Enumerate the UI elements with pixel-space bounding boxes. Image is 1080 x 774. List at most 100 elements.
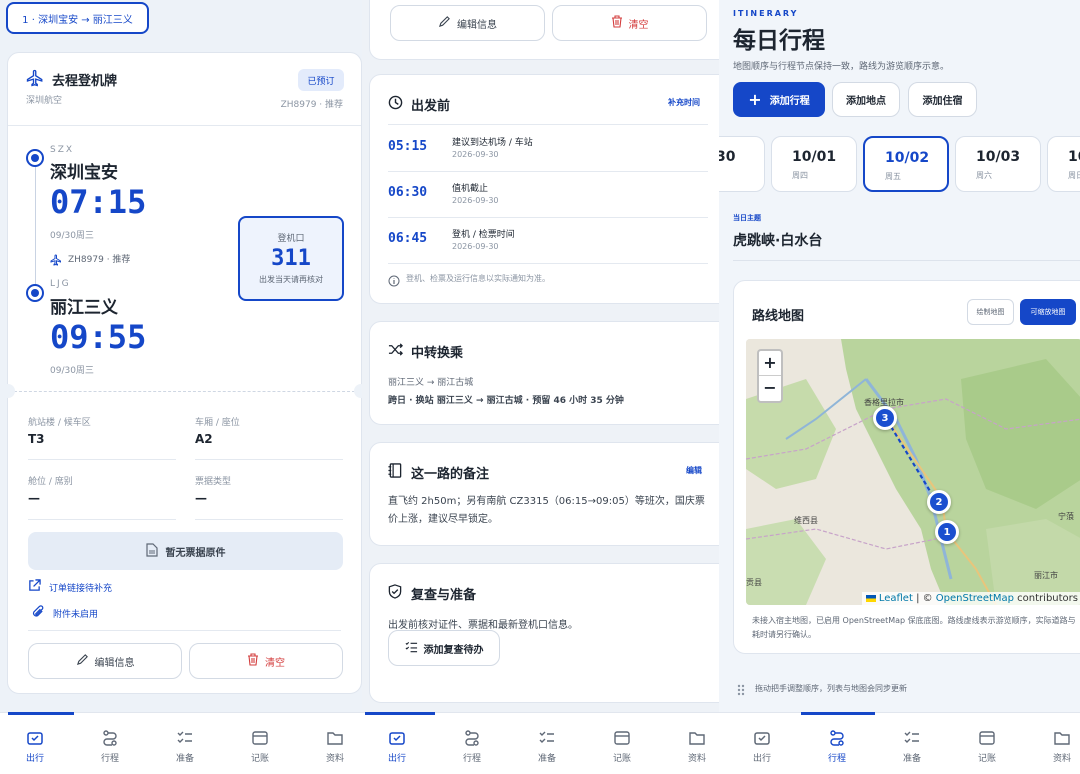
nav-itinerary[interactable]: 行程 bbox=[807, 729, 867, 764]
row-title: 值机截止 bbox=[452, 184, 489, 194]
add-itinerary-button[interactable]: + 添加行程 bbox=[733, 82, 825, 117]
route-icon bbox=[465, 730, 479, 746]
date-chip-selected[interactable]: 10/02 周五 bbox=[863, 136, 949, 192]
terminal-value: T3 bbox=[28, 432, 45, 446]
arrival-time: 09:55 bbox=[50, 318, 147, 356]
gate-label: 登机口 bbox=[277, 234, 305, 244]
bottom-nav: 出行 行程 准备 记账 资料 bbox=[0, 712, 362, 774]
map-place-label: 丽江市 bbox=[1034, 571, 1058, 580]
nav-accounting[interactable]: 记账 bbox=[957, 729, 1017, 764]
tab-draw-map[interactable]: 绘制地图 bbox=[967, 299, 1014, 325]
shield-check-icon bbox=[388, 584, 402, 603]
page-subtitle: 地图顺序与行程节点保持一致，路线为游览顺序示意。 bbox=[733, 62, 950, 72]
zoom-out-button[interactable]: − bbox=[759, 376, 781, 401]
nav-prepare[interactable]: 准备 bbox=[517, 729, 577, 764]
nav-trip[interactable]: 出行 bbox=[367, 729, 427, 764]
row-title: 登机 / 检票时间 bbox=[452, 230, 515, 240]
edit-info-button[interactable]: 编辑信息 bbox=[390, 5, 545, 41]
external-link-icon bbox=[28, 579, 41, 595]
nav-trip[interactable]: 出行 bbox=[5, 729, 65, 764]
transfer-title: 中转换乘 bbox=[411, 346, 464, 361]
nav-docs[interactable]: 资料 bbox=[305, 729, 362, 764]
drag-hint: 拖动把手调整顺序，列表与地图会同步更新 bbox=[755, 684, 907, 693]
small-plane-icon bbox=[50, 251, 62, 270]
gate-note: 出发当天请再核对 bbox=[259, 275, 323, 284]
row-date: 2026-09-30 bbox=[452, 150, 499, 159]
zoom-control: + − bbox=[757, 349, 783, 403]
transfer-card: 中转换乘 丽江三义 → 丽江古城 跨日 · 换站 丽江三义 → 丽江古城 · 预… bbox=[369, 321, 719, 425]
route-icon bbox=[830, 730, 844, 746]
tab-zoom-map[interactable]: 可缩放地图 bbox=[1020, 299, 1076, 325]
nav-prepare[interactable]: 准备 bbox=[882, 729, 942, 764]
leaflet-link[interactable]: Leaflet bbox=[879, 593, 913, 604]
notes-edit-link[interactable]: 编辑 bbox=[686, 465, 702, 476]
date-chip[interactable]: 10/03 周六 bbox=[955, 136, 1041, 192]
zoom-in-button[interactable]: + bbox=[759, 351, 781, 376]
trash-icon bbox=[611, 15, 623, 31]
notebook-icon bbox=[388, 463, 402, 482]
route-breadcrumb[interactable]: 1 · 深圳宝安 → 丽江三义 bbox=[6, 2, 149, 34]
date-chip[interactable]: 10周日 bbox=[1047, 136, 1080, 192]
checklist-icon bbox=[904, 731, 919, 743]
row-title: 建议到达机场 / 车站 bbox=[452, 138, 533, 148]
departure-date: 09/30周三 bbox=[50, 231, 94, 241]
row-date: 2026-09-30 bbox=[452, 242, 499, 251]
date-chip[interactable]: 30 bbox=[719, 136, 765, 192]
route-marker-2[interactable]: 2 bbox=[927, 490, 951, 514]
add-place-button[interactable]: 添加地点 bbox=[832, 82, 900, 117]
add-stay-button[interactable]: 添加住宿 bbox=[908, 82, 977, 117]
route-map-card: 路线地图 绘制地图 可缩放地图 香格里拉市 维西县 贡县 宁蒗 丽江市 3 2 … bbox=[733, 280, 1080, 654]
no-ticket-button[interactable]: 暂无票据原件 bbox=[28, 532, 343, 570]
clear-button[interactable]: 清空 bbox=[552, 5, 707, 41]
review-title: 复查与准备 bbox=[411, 588, 477, 603]
arrival-date: 09/30周三 bbox=[50, 366, 94, 376]
terminal-label: 航站楼 / 候车区 bbox=[28, 418, 91, 428]
map-place-label: 维西县 bbox=[794, 516, 818, 525]
theme-label: 当日主题 bbox=[733, 214, 761, 222]
info-icon bbox=[388, 272, 400, 291]
nav-accounting[interactable]: 记账 bbox=[592, 729, 652, 764]
notes-card: 这一路的备注 编辑 直飞约 2h50m；另有南航 CZ3315（06:15→09… bbox=[369, 442, 719, 546]
before-note: 登机、检票及运行信息以实际通知为准。 bbox=[406, 274, 550, 283]
nav-itinerary[interactable]: 行程 bbox=[80, 729, 140, 764]
attachment-link[interactable]: 附件未启用 bbox=[32, 605, 98, 622]
osm-link[interactable]: OpenStreetMap bbox=[936, 593, 1014, 604]
transfer-route: 丽江三义 → 丽江古城 bbox=[388, 378, 474, 388]
route-marker-1[interactable]: 1 bbox=[935, 520, 959, 544]
review-text: 出发前核对证件、票据和最新登机口信息。 bbox=[388, 620, 578, 631]
seat-value: A2 bbox=[195, 432, 213, 446]
nav-trip[interactable]: 出行 bbox=[732, 729, 792, 764]
nav-itinerary[interactable]: 行程 bbox=[442, 729, 502, 764]
order-link[interactable]: 订单链接待补充 bbox=[28, 579, 112, 595]
date-chip[interactable]: 10/01 周四 bbox=[771, 136, 857, 192]
before-title: 出发前 bbox=[411, 99, 451, 114]
nav-accounting[interactable]: 记账 bbox=[230, 729, 290, 764]
clear-button[interactable]: 清空 bbox=[189, 643, 343, 679]
pencil-icon bbox=[438, 15, 451, 31]
checklist-icon bbox=[177, 731, 192, 743]
nav-prepare[interactable]: 准备 bbox=[155, 729, 215, 764]
map-note: 未接入宿主地图，已启用 OpenStreetMap 保底底图。路线虚线表示游览顺… bbox=[752, 616, 1076, 639]
perforation bbox=[14, 391, 355, 392]
edit-info-button[interactable]: 编辑信息 bbox=[28, 643, 182, 679]
row-time: 06:30 bbox=[388, 185, 428, 200]
list-check-icon bbox=[405, 641, 418, 656]
folder-icon bbox=[689, 732, 705, 745]
notes-title: 这一路的备注 bbox=[411, 467, 490, 482]
add-time-link[interactable]: 补充时间 bbox=[668, 97, 700, 108]
review-card: 复查与准备 出发前核对证件、票据和最新登机口信息。 添加复查待办 bbox=[369, 563, 719, 703]
itinerary-panel: ITINERARY 每日行程 地图顺序与行程节点保持一致，路线为游览顺序示意。 … bbox=[719, 0, 1080, 774]
map-place-label: 宁蒗 bbox=[1058, 512, 1074, 521]
map-view[interactable]: 香格里拉市 维西县 贡县 宁蒗 丽江市 3 2 1 + − Leaflet | … bbox=[746, 339, 1080, 605]
bottom-nav: 出行 行程 准备 记账 资料 bbox=[362, 712, 719, 774]
ticket-icon bbox=[27, 732, 43, 745]
plane-icon bbox=[26, 69, 44, 91]
route-marker-3[interactable]: 3 bbox=[873, 406, 897, 430]
row-time: 05:15 bbox=[388, 139, 428, 154]
card-title: 去程登机牌 bbox=[52, 74, 118, 89]
nav-docs[interactable]: 资料 bbox=[1032, 729, 1080, 764]
nav-docs[interactable]: 资料 bbox=[667, 729, 719, 764]
timeline-row: 06:45 登机 / 检票时间 2026-09-30 bbox=[370, 218, 719, 264]
gate-value: 311 bbox=[271, 246, 311, 271]
add-review-todo-button[interactable]: 添加复查待办 bbox=[388, 630, 500, 666]
